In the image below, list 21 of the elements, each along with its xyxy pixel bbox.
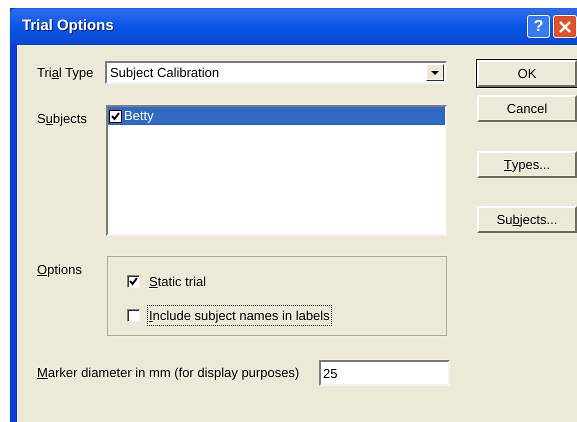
close-button[interactable] xyxy=(553,15,577,38)
field-label: Marker diameter in mm (for display purposes) xyxy=(37,364,300,382)
dialog-button[interactable]: OK xyxy=(477,60,577,87)
checkbox[interactable] xyxy=(109,110,122,122)
close-icon xyxy=(558,20,572,34)
list-item[interactable]: Betty xyxy=(108,107,445,125)
help-button[interactable]: ? xyxy=(527,15,550,38)
dialog-button[interactable]: Cancel xyxy=(477,95,577,122)
field-label: Subjects xyxy=(37,110,88,128)
checkbox-label[interactable]: Static trial xyxy=(148,272,208,292)
checkbox-label[interactable]: Include subject names in labels xyxy=(148,306,331,325)
dialog-button[interactable]: Types... xyxy=(477,151,577,178)
dropdown-value: Subject Calibration xyxy=(109,64,220,82)
dialog-button[interactable]: Subjects... xyxy=(477,206,577,233)
field-label: Trial Type xyxy=(37,64,94,82)
diameter-input[interactable]: 25 xyxy=(319,360,450,386)
checkbox[interactable] xyxy=(127,275,140,288)
checkbox[interactable] xyxy=(127,308,140,322)
window-title: Trial Options xyxy=(22,16,114,36)
field-label: Options xyxy=(37,261,83,279)
trial-type-dropdown[interactable]: Subject Calibration xyxy=(105,61,447,84)
